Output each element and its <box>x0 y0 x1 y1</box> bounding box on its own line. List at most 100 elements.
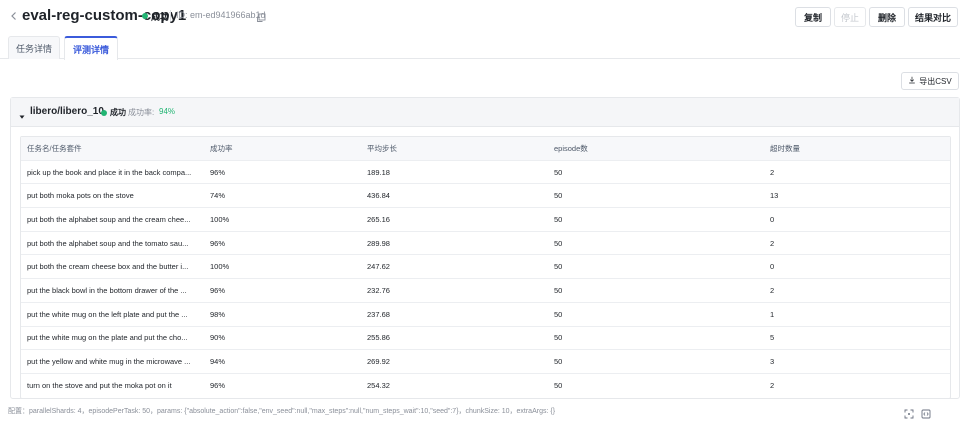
success-rate-cell: 96% <box>210 285 226 295</box>
column-header-success-rate: 成功率 <box>210 143 233 153</box>
success-rate-cell: 100% <box>210 214 230 224</box>
task-name-text: put the white mug on the left plate and … <box>27 309 188 319</box>
task-name-cell: put both the alphabet soup and the tomat… <box>27 232 205 255</box>
success-rate-cell: 90% <box>210 333 226 343</box>
config-summary: 配置：parallelShards: 4，episodePerTask: 50，… <box>8 408 556 415</box>
episode-count-cell: 50 <box>554 381 563 391</box>
column-header-timeouts: 超时数量 <box>770 143 800 153</box>
code-icon[interactable] <box>921 406 931 419</box>
table-row: put the white mug on the plate and put t… <box>21 327 950 351</box>
episode-count-cell: 50 <box>554 191 563 201</box>
divider <box>170 10 171 21</box>
result-group-header[interactable]: libero/libero_10 成功 成功率: 94% <box>11 98 959 127</box>
table-row: put both moka pots on the stove 74% 436.84… <box>21 184 950 209</box>
success-rate-cell: 100% <box>210 262 230 272</box>
caret-down-icon[interactable] <box>18 108 26 119</box>
tab-task-details[interactable]: 任务详情 <box>8 36 60 59</box>
timeout-count-cell: 2 <box>770 167 775 177</box>
export-csv-label: 导出CSV <box>919 76 952 86</box>
task-name-cell: put the black bowl in the bottom drawer … <box>27 279 205 302</box>
tab-bar: 任务详情 评测详情 <box>0 36 960 60</box>
table-row: put both the alphabet soup and the tomat… <box>21 232 950 256</box>
task-name-cell: put both the cream cheese box and the bu… <box>27 255 205 278</box>
task-name-text: put the white mug on the plate and put t… <box>27 333 188 343</box>
episode-count-cell: 50 <box>554 167 563 177</box>
avg-steps-cell: 255.86 <box>367 333 390 343</box>
success-rate-cell: 96% <box>210 238 226 248</box>
timeout-count-cell: 2 <box>770 285 775 295</box>
success-rate-cell: 96% <box>210 381 226 391</box>
success-rate-label: 成功率: <box>128 108 155 117</box>
group-status: 成功 <box>110 108 126 117</box>
table-row: turn on the stove and put the moka pot o… <box>21 374 950 398</box>
stop-button[interactable]: 停止 <box>834 7 866 27</box>
success-rate-cell: 98% <box>210 309 226 319</box>
task-name-text: put the yellow and white mug in the micr… <box>27 357 191 367</box>
compare-results-button[interactable]: 结果对比 <box>908 7 958 27</box>
table-row: put the white mug on the left plate and … <box>21 303 950 327</box>
copy-icon[interactable] <box>256 10 266 22</box>
avg-steps-cell: 189.18 <box>367 167 390 177</box>
avg-steps-cell: 265.16 <box>367 214 390 224</box>
timeout-count-cell: 0 <box>770 214 775 224</box>
page-header: eval-reg-custom-copy1 成功 ID: em-ed941966… <box>0 0 960 32</box>
tab-eval-details[interactable]: 评测详情 <box>64 36 118 60</box>
column-header-avg-steps: 平均步长 <box>367 143 397 153</box>
results-table: 任务名/任务套件 成功率 平均步长 episode数 超时数量 pick up … <box>20 136 951 399</box>
avg-steps-cell: 247.62 <box>367 262 390 272</box>
table-row: pick up the book and place it in the bac… <box>21 161 950 185</box>
episode-count-cell: 50 <box>554 357 563 367</box>
task-name-cell: put both the alphabet soup and the cream… <box>27 208 205 231</box>
avg-steps-cell: 232.76 <box>367 285 390 295</box>
episode-count-cell: 50 <box>554 285 563 295</box>
timeout-count-cell: 5 <box>770 333 775 343</box>
episode-count-cell: 50 <box>554 262 563 272</box>
table-row: put the black bowl in the bottom drawer … <box>21 279 950 303</box>
delete-button[interactable]: 删除 <box>869 7 905 27</box>
success-rate-value: 94% <box>159 107 176 116</box>
episode-count-cell: 50 <box>554 309 563 319</box>
success-rate-cell: 96% <box>210 167 226 177</box>
episode-count-cell: 50 <box>554 214 563 224</box>
column-header-episodes: episode数 <box>554 143 588 153</box>
status-dot <box>101 110 107 116</box>
status-dot <box>142 13 148 19</box>
fullscreen-icon[interactable] <box>904 406 914 419</box>
chevron-left-icon[interactable] <box>8 9 20 21</box>
timeout-count-cell: 2 <box>770 238 775 248</box>
timeout-count-cell: 2 <box>770 381 775 391</box>
task-name-cell: put the white mug on the plate and put t… <box>27 327 205 350</box>
download-icon <box>908 76 916 86</box>
column-header-task: 任务名/任务套件 <box>27 143 82 153</box>
group-title: libero/libero_10 <box>30 106 104 117</box>
avg-steps-cell: 436.84 <box>367 191 390 201</box>
avg-steps-cell: 254.32 <box>367 381 390 391</box>
task-name-cell: put the yellow and white mug in the micr… <box>27 350 205 373</box>
task-name-text: put both the alphabet soup and the tomat… <box>27 238 189 248</box>
timeout-count-cell: 0 <box>770 262 775 272</box>
copy-button[interactable]: 复制 <box>795 7 831 27</box>
result-group-panel: libero/libero_10 成功 成功率: 94% 任务名/任务套件 成功… <box>10 97 960 399</box>
task-name-text: pick up the book and place it in the bac… <box>27 167 192 177</box>
task-name-text: put both moka pots on the stove <box>27 191 134 201</box>
task-name-text: turn on the stove and put the moka pot o… <box>27 381 172 391</box>
table-row: put both the cream cheese box and the bu… <box>21 255 950 280</box>
table-body: pick up the book and place it in the bac… <box>21 161 950 398</box>
task-name-text: put both the cream cheese box and the bu… <box>27 262 189 272</box>
task-name-cell: turn on the stove and put the moka pot o… <box>27 374 205 398</box>
export-csv-button[interactable]: 导出CSV <box>901 72 959 90</box>
task-name-text: put the black bowl in the bottom drawer … <box>27 285 187 295</box>
task-name-cell: pick up the book and place it in the bac… <box>27 161 205 184</box>
success-rate-cell: 74% <box>210 191 226 201</box>
avg-steps-cell: 289.98 <box>367 238 390 248</box>
timeout-count-cell: 13 <box>770 191 779 201</box>
task-name-cell: put the white mug on the left plate and … <box>27 303 205 326</box>
timeout-count-cell: 3 <box>770 357 775 367</box>
status-badge: 成功 <box>151 12 170 22</box>
avg-steps-cell: 269.92 <box>367 357 390 367</box>
episode-count-cell: 50 <box>554 333 563 343</box>
success-rate-cell: 94% <box>210 357 226 367</box>
table-header-row: 任务名/任务套件 成功率 平均步长 episode数 超时数量 <box>21 137 950 161</box>
table-row: put both the alphabet soup and the cream… <box>21 208 950 232</box>
avg-steps-cell: 237.68 <box>367 309 390 319</box>
